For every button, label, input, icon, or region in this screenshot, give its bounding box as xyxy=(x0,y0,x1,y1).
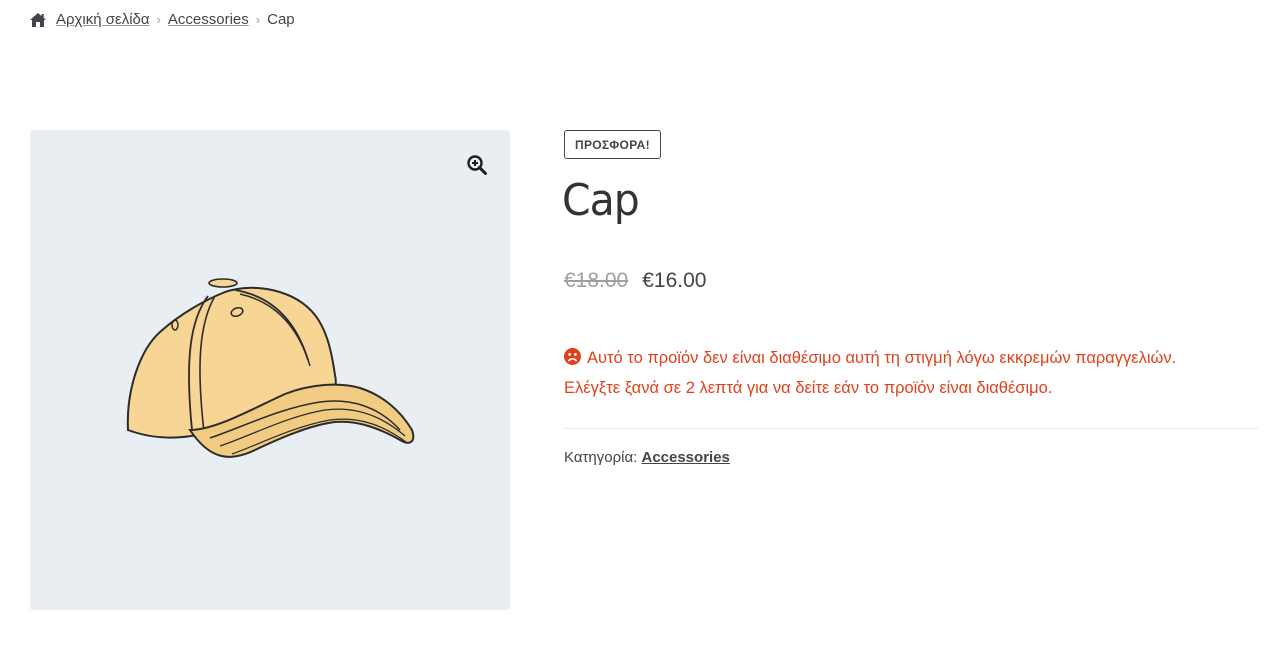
product-image[interactable] xyxy=(120,270,420,470)
divider xyxy=(564,428,1258,429)
product-gallery xyxy=(30,130,510,610)
breadcrumb-current: Cap xyxy=(267,11,295,28)
sale-price: €16.00 xyxy=(642,269,707,292)
sad-face-icon xyxy=(564,348,581,365)
home-icon xyxy=(30,12,46,27)
stock-notice-line1: Αυτό το προϊόν δεν είναι διαθέσιμο αυτή … xyxy=(587,349,1177,367)
product-title: Cap xyxy=(562,175,640,226)
old-price: €18.00 xyxy=(564,269,629,292)
breadcrumb-category-link[interactable]: Accessories xyxy=(168,11,249,28)
stock-notice: Αυτό το προϊόν δεν είναι διαθέσιμο αυτή … xyxy=(564,343,1258,403)
breadcrumb-home-link[interactable]: Αρχική σελίδα xyxy=(56,11,150,28)
category-link[interactable]: Accessories xyxy=(641,449,729,466)
breadcrumb-separator: › xyxy=(156,12,161,27)
zoom-in-icon[interactable] xyxy=(466,154,488,176)
category-prefix: Κατηγορία: xyxy=(564,449,638,466)
product-summary: ΠΡΟΣΦΟΡΑ! Cap €18.00 €16.00 Αυτό το προϊ… xyxy=(562,130,1258,466)
product-meta: Κατηγορία: Accessories xyxy=(564,449,1258,466)
stock-notice-line2: Ελέγξτε ξανά σε 2 λεπτά για να δείτε εάν… xyxy=(564,379,1053,397)
breadcrumb: Αρχική σελίδα › Accessories › Cap xyxy=(29,11,295,28)
breadcrumb-separator: › xyxy=(255,12,261,27)
sale-badge: ΠΡΟΣΦΟΡΑ! xyxy=(564,130,661,159)
price: €18.00 €16.00 xyxy=(564,269,1258,293)
